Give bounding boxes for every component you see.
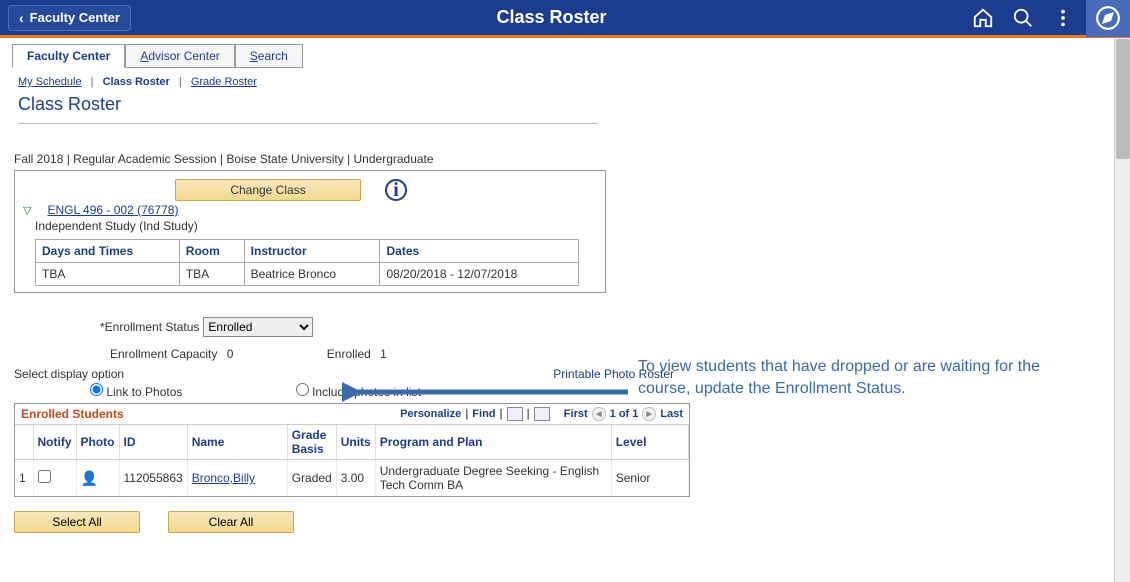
first-label[interactable]: First <box>564 408 588 420</box>
enrollment-status-label: *Enrollment Status <box>100 320 199 334</box>
breadcrumb-my-schedule[interactable]: My Schedule <box>18 76 82 88</box>
cell-dates: 08/20/2018 - 12/07/2018 <box>380 263 579 286</box>
col-photo[interactable]: Photo <box>76 425 119 460</box>
cell-units: 3.00 <box>336 460 375 497</box>
breadcrumb: My Schedule | Class Roster | Grade Roste… <box>18 76 1114 88</box>
roster-table-wrap: Enrolled Students Personalize | Find | |… <box>14 403 690 497</box>
select-all-button[interactable]: Select All <box>14 511 140 533</box>
compass-button[interactable] <box>1086 0 1130 37</box>
capacity-value: 0 <box>227 347 234 361</box>
find-link[interactable]: Find <box>472 408 495 420</box>
banner-title: Class Roster <box>131 7 972 28</box>
term-line: Fall 2018 | Regular Academic Session | B… <box>14 152 1114 166</box>
roster-row: 1 👤 112055863 Bronco,Billy Graded 3.00 U… <box>15 460 689 497</box>
vertical-scrollbar[interactable] <box>1114 38 1130 582</box>
top-banner: ‹ Faculty Center Class Roster <box>0 0 1130 38</box>
col-name[interactable]: Name <box>187 425 287 460</box>
cell-grade-basis: Graded <box>287 460 336 497</box>
info-icon[interactable]: i <box>385 179 407 201</box>
cell-room: TBA <box>179 263 244 286</box>
class-description: Independent Study (Ind Study) <box>35 219 597 233</box>
col-id[interactable]: ID <box>119 425 187 460</box>
col-days: Days and Times <box>36 240 180 263</box>
prev-arrow-icon[interactable]: ◄ <box>592 407 606 421</box>
schedule-table: Days and Times Room Instructor Dates TBA… <box>35 239 579 286</box>
button-row: Select All Clear All <box>14 511 1114 533</box>
roster-table: Notify Photo ID Name Grade Basis Units P… <box>15 425 689 496</box>
roster-title: Enrolled Students <box>21 407 124 421</box>
last-label[interactable]: Last <box>660 408 683 420</box>
menu-icon[interactable] <box>1052 7 1074 29</box>
cell-level: Senior <box>611 460 688 497</box>
cell-program: Undergraduate Degree Seeking - English T… <box>375 460 611 497</box>
enrollment-status-row: *Enrollment Status Enrolled <box>100 317 1114 337</box>
notify-checkbox[interactable] <box>38 470 51 483</box>
cell-instructor: Beatrice Bronco <box>244 263 380 286</box>
annotation-arrow-icon <box>342 380 632 404</box>
breadcrumb-grade-roster[interactable]: Grade Roster <box>191 76 257 88</box>
compass-icon <box>1095 5 1121 31</box>
pager-text: 1 of 1 <box>610 408 639 420</box>
col-grade-basis[interactable]: Grade Basis <box>287 425 336 460</box>
display-option-header: Select display option <box>14 367 124 381</box>
col-notify[interactable]: Notify <box>33 425 76 460</box>
grid-icon[interactable] <box>534 407 550 421</box>
page-heading: Class Roster <box>18 94 598 124</box>
clear-all-button[interactable]: Clear All <box>168 511 294 533</box>
expand-icon[interactable]: ▽ <box>23 205 31 217</box>
roster-tools: Personalize | Find | | First ◄ 1 of 1 ► … <box>400 407 683 421</box>
col-level[interactable]: Level <box>611 425 688 460</box>
enrollment-status-select[interactable]: Enrolled <box>203 317 313 337</box>
enrolled-label: Enrolled <box>327 347 371 361</box>
breadcrumb-class-roster: Class Roster <box>103 76 170 88</box>
zoom-icon[interactable] <box>507 407 523 421</box>
capacity-label: Enrollment Capacity <box>110 347 217 361</box>
home-icon[interactable] <box>972 7 994 29</box>
col-units[interactable]: Units <box>336 425 375 460</box>
back-label: Faculty Center <box>30 10 120 25</box>
tab-advisor-center[interactable]: Advisor Center <box>125 44 234 68</box>
chevron-left-icon: ‹ <box>19 10 24 26</box>
tab-faculty-center[interactable]: Faculty Center <box>12 44 125 68</box>
class-box: Change Class i ▽ ENGL 496 - 002 (76778) I… <box>14 170 606 293</box>
radio-link-photos[interactable]: Link to Photos <box>90 385 182 399</box>
banner-icons <box>972 7 1086 29</box>
personalize-link[interactable]: Personalize <box>400 408 461 420</box>
col-program[interactable]: Program and Plan <box>375 425 611 460</box>
search-icon[interactable] <box>1012 7 1034 29</box>
change-class-button[interactable]: Change Class <box>175 179 361 201</box>
tab-bar: Faculty Center Advisor Center Search <box>12 44 1114 68</box>
schedule-row: TBA TBA Beatrice Bronco 08/20/2018 - 12/… <box>36 263 579 286</box>
class-link[interactable]: ENGL 496 - 002 (76778) <box>47 203 178 217</box>
col-instructor: Instructor <box>244 240 380 263</box>
tab-search[interactable]: Search <box>235 44 303 68</box>
cell-days: TBA <box>36 263 180 286</box>
photo-icon[interactable]: 👤 <box>81 470 98 486</box>
row-num: 1 <box>15 460 33 497</box>
roster-header: Enrolled Students Personalize | Find | |… <box>15 404 689 425</box>
col-dates: Dates <box>380 240 579 263</box>
student-name-link[interactable]: Bronco,Billy <box>192 471 255 485</box>
next-arrow-icon[interactable]: ► <box>642 407 656 421</box>
annotation-text: To view students that have dropped or ar… <box>638 356 1048 399</box>
enrolled-value: 1 <box>380 347 387 361</box>
cell-id: 112055863 <box>119 460 187 497</box>
col-room: Room <box>179 240 244 263</box>
back-button[interactable]: ‹ Faculty Center <box>8 5 131 31</box>
